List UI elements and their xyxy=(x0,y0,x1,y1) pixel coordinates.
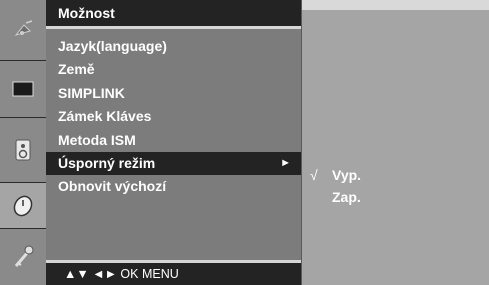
option-menu-panel: Možnost Jazyk(language) Země SIMPLINK Zá… xyxy=(46,0,301,285)
checkmark-icon: √ xyxy=(310,167,318,183)
submenu-option-on[interactable]: Zap. xyxy=(302,186,489,208)
key-icon xyxy=(14,245,34,267)
clock-icon xyxy=(13,195,33,216)
menu-item-ism-method[interactable]: Metoda ISM xyxy=(46,129,301,152)
menu-item-language[interactable]: Jazyk(language) xyxy=(46,35,301,58)
category-icon-bar xyxy=(0,0,46,285)
menu-item-key-lock[interactable]: Zámek Kláves xyxy=(46,105,301,128)
arrow-right-icon: ► xyxy=(280,156,291,169)
screen-icon xyxy=(12,81,34,97)
menu-item-country[interactable]: Země xyxy=(46,58,301,81)
submenu-panel: √ Vyp. Zap. xyxy=(301,0,489,285)
picture-button[interactable] xyxy=(0,61,46,117)
option-button[interactable] xyxy=(0,183,46,228)
lock-button[interactable] xyxy=(0,229,46,285)
audio-button[interactable] xyxy=(0,118,46,182)
title-divider xyxy=(46,26,301,29)
menu-item-factory-reset[interactable]: Obnovit výchozí xyxy=(46,175,301,198)
submenu-top-strip xyxy=(302,0,489,10)
menu-title: Možnost xyxy=(46,0,301,26)
menu-item-power-saving[interactable]: Úsporný režim ► xyxy=(46,151,301,176)
speaker-icon xyxy=(15,139,31,161)
submenu-list: √ Vyp. Zap. xyxy=(302,164,489,208)
submenu-option-off[interactable]: √ Vyp. xyxy=(302,164,489,186)
navigation-hint: ▲▼ ◄► OK MENU xyxy=(46,263,301,285)
channel-setup-button[interactable] xyxy=(0,0,46,60)
tv-osd-screen: Možnost Jazyk(language) Země SIMPLINK Zá… xyxy=(0,0,489,285)
menu-item-simplink[interactable]: SIMPLINK xyxy=(46,82,301,105)
satellite-icon xyxy=(14,20,33,36)
menu-list: Jazyk(language) Země SIMPLINK Zámek Kláv… xyxy=(46,35,301,199)
